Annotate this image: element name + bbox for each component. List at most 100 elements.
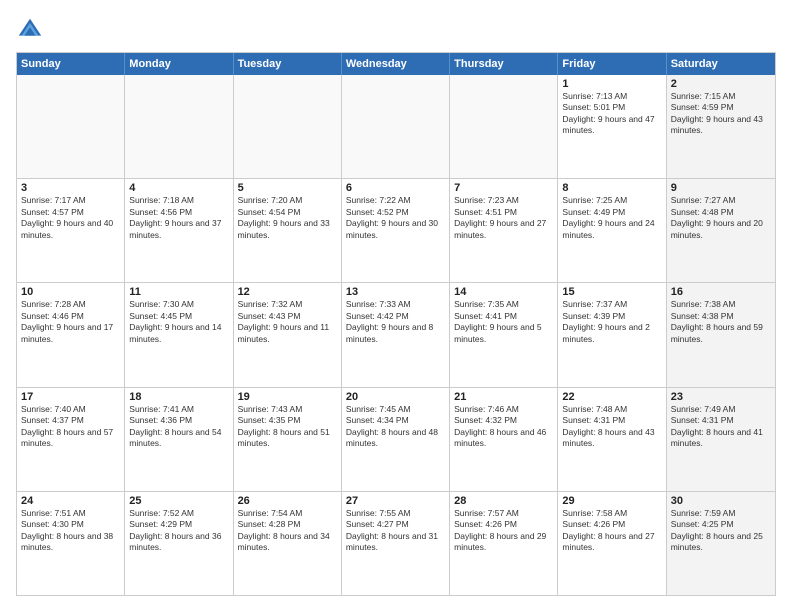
day-number: 10 (21, 286, 120, 298)
day-number: 11 (129, 286, 228, 298)
empty-cell (234, 75, 342, 178)
day-info: Sunrise: 7:41 AM Sunset: 4:36 PM Dayligh… (129, 404, 228, 450)
logo-icon (16, 16, 44, 44)
day-info: Sunrise: 7:18 AM Sunset: 4:56 PM Dayligh… (129, 195, 228, 241)
day-number: 17 (21, 391, 120, 403)
day-cell-12: 12Sunrise: 7:32 AM Sunset: 4:43 PM Dayli… (234, 283, 342, 386)
day-info: Sunrise: 7:25 AM Sunset: 4:49 PM Dayligh… (562, 195, 661, 241)
header-day-wednesday: Wednesday (342, 53, 450, 75)
day-info: Sunrise: 7:57 AM Sunset: 4:26 PM Dayligh… (454, 508, 553, 554)
day-info: Sunrise: 7:45 AM Sunset: 4:34 PM Dayligh… (346, 404, 445, 450)
day-number: 22 (562, 391, 661, 403)
day-cell-18: 18Sunrise: 7:41 AM Sunset: 4:36 PM Dayli… (125, 388, 233, 491)
calendar-row-4: 24Sunrise: 7:51 AM Sunset: 4:30 PM Dayli… (17, 491, 775, 595)
day-info: Sunrise: 7:38 AM Sunset: 4:38 PM Dayligh… (671, 299, 771, 345)
day-cell-23: 23Sunrise: 7:49 AM Sunset: 4:31 PM Dayli… (667, 388, 775, 491)
day-cell-14: 14Sunrise: 7:35 AM Sunset: 4:41 PM Dayli… (450, 283, 558, 386)
page: SundayMondayTuesdayWednesdayThursdayFrid… (0, 0, 792, 612)
day-info: Sunrise: 7:43 AM Sunset: 4:35 PM Dayligh… (238, 404, 337, 450)
day-number: 20 (346, 391, 445, 403)
day-info: Sunrise: 7:28 AM Sunset: 4:46 PM Dayligh… (21, 299, 120, 345)
day-info: Sunrise: 7:27 AM Sunset: 4:48 PM Dayligh… (671, 195, 771, 241)
day-info: Sunrise: 7:52 AM Sunset: 4:29 PM Dayligh… (129, 508, 228, 554)
day-cell-19: 19Sunrise: 7:43 AM Sunset: 4:35 PM Dayli… (234, 388, 342, 491)
day-number: 14 (454, 286, 553, 298)
day-number: 26 (238, 495, 337, 507)
day-info: Sunrise: 7:22 AM Sunset: 4:52 PM Dayligh… (346, 195, 445, 241)
day-info: Sunrise: 7:59 AM Sunset: 4:25 PM Dayligh… (671, 508, 771, 554)
day-number: 29 (562, 495, 661, 507)
day-number: 27 (346, 495, 445, 507)
day-number: 30 (671, 495, 771, 507)
empty-cell (17, 75, 125, 178)
day-number: 3 (21, 182, 120, 194)
header-day-saturday: Saturday (667, 53, 775, 75)
day-number: 1 (562, 78, 661, 90)
day-cell-15: 15Sunrise: 7:37 AM Sunset: 4:39 PM Dayli… (558, 283, 666, 386)
day-cell-29: 29Sunrise: 7:58 AM Sunset: 4:26 PM Dayli… (558, 492, 666, 595)
day-cell-25: 25Sunrise: 7:52 AM Sunset: 4:29 PM Dayli… (125, 492, 233, 595)
day-info: Sunrise: 7:48 AM Sunset: 4:31 PM Dayligh… (562, 404, 661, 450)
header-day-friday: Friday (558, 53, 666, 75)
calendar-row-2: 10Sunrise: 7:28 AM Sunset: 4:46 PM Dayli… (17, 282, 775, 386)
day-cell-16: 16Sunrise: 7:38 AM Sunset: 4:38 PM Dayli… (667, 283, 775, 386)
day-number: 8 (562, 182, 661, 194)
day-cell-4: 4Sunrise: 7:18 AM Sunset: 4:56 PM Daylig… (125, 179, 233, 282)
day-info: Sunrise: 7:32 AM Sunset: 4:43 PM Dayligh… (238, 299, 337, 345)
day-number: 5 (238, 182, 337, 194)
day-cell-20: 20Sunrise: 7:45 AM Sunset: 4:34 PM Dayli… (342, 388, 450, 491)
day-number: 7 (454, 182, 553, 194)
day-info: Sunrise: 7:23 AM Sunset: 4:51 PM Dayligh… (454, 195, 553, 241)
day-info: Sunrise: 7:51 AM Sunset: 4:30 PM Dayligh… (21, 508, 120, 554)
day-cell-21: 21Sunrise: 7:46 AM Sunset: 4:32 PM Dayli… (450, 388, 558, 491)
day-cell-30: 30Sunrise: 7:59 AM Sunset: 4:25 PM Dayli… (667, 492, 775, 595)
calendar-header: SundayMondayTuesdayWednesdayThursdayFrid… (17, 53, 775, 75)
day-info: Sunrise: 7:55 AM Sunset: 4:27 PM Dayligh… (346, 508, 445, 554)
day-info: Sunrise: 7:37 AM Sunset: 4:39 PM Dayligh… (562, 299, 661, 345)
day-info: Sunrise: 7:54 AM Sunset: 4:28 PM Dayligh… (238, 508, 337, 554)
calendar-row-0: 1Sunrise: 7:13 AM Sunset: 5:01 PM Daylig… (17, 75, 775, 178)
header-day-sunday: Sunday (17, 53, 125, 75)
day-number: 19 (238, 391, 337, 403)
header-day-tuesday: Tuesday (234, 53, 342, 75)
day-number: 4 (129, 182, 228, 194)
day-info: Sunrise: 7:49 AM Sunset: 4:31 PM Dayligh… (671, 404, 771, 450)
day-cell-24: 24Sunrise: 7:51 AM Sunset: 4:30 PM Dayli… (17, 492, 125, 595)
day-cell-2: 2Sunrise: 7:15 AM Sunset: 4:59 PM Daylig… (667, 75, 775, 178)
day-cell-10: 10Sunrise: 7:28 AM Sunset: 4:46 PM Dayli… (17, 283, 125, 386)
day-cell-9: 9Sunrise: 7:27 AM Sunset: 4:48 PM Daylig… (667, 179, 775, 282)
empty-cell (450, 75, 558, 178)
day-cell-7: 7Sunrise: 7:23 AM Sunset: 4:51 PM Daylig… (450, 179, 558, 282)
day-number: 23 (671, 391, 771, 403)
day-cell-17: 17Sunrise: 7:40 AM Sunset: 4:37 PM Dayli… (17, 388, 125, 491)
calendar-body: 1Sunrise: 7:13 AM Sunset: 5:01 PM Daylig… (17, 75, 775, 595)
day-number: 16 (671, 286, 771, 298)
day-number: 13 (346, 286, 445, 298)
day-cell-6: 6Sunrise: 7:22 AM Sunset: 4:52 PM Daylig… (342, 179, 450, 282)
day-info: Sunrise: 7:30 AM Sunset: 4:45 PM Dayligh… (129, 299, 228, 345)
day-info: Sunrise: 7:15 AM Sunset: 4:59 PM Dayligh… (671, 91, 771, 137)
day-number: 6 (346, 182, 445, 194)
day-number: 2 (671, 78, 771, 90)
day-info: Sunrise: 7:13 AM Sunset: 5:01 PM Dayligh… (562, 91, 661, 137)
day-cell-11: 11Sunrise: 7:30 AM Sunset: 4:45 PM Dayli… (125, 283, 233, 386)
calendar-row-3: 17Sunrise: 7:40 AM Sunset: 4:37 PM Dayli… (17, 387, 775, 491)
day-number: 15 (562, 286, 661, 298)
day-info: Sunrise: 7:58 AM Sunset: 4:26 PM Dayligh… (562, 508, 661, 554)
header (16, 16, 776, 44)
calendar-row-1: 3Sunrise: 7:17 AM Sunset: 4:57 PM Daylig… (17, 178, 775, 282)
day-info: Sunrise: 7:20 AM Sunset: 4:54 PM Dayligh… (238, 195, 337, 241)
day-cell-5: 5Sunrise: 7:20 AM Sunset: 4:54 PM Daylig… (234, 179, 342, 282)
day-cell-27: 27Sunrise: 7:55 AM Sunset: 4:27 PM Dayli… (342, 492, 450, 595)
day-info: Sunrise: 7:17 AM Sunset: 4:57 PM Dayligh… (21, 195, 120, 241)
day-cell-28: 28Sunrise: 7:57 AM Sunset: 4:26 PM Dayli… (450, 492, 558, 595)
day-cell-26: 26Sunrise: 7:54 AM Sunset: 4:28 PM Dayli… (234, 492, 342, 595)
day-number: 24 (21, 495, 120, 507)
day-number: 28 (454, 495, 553, 507)
logo (16, 16, 48, 44)
day-number: 12 (238, 286, 337, 298)
day-cell-3: 3Sunrise: 7:17 AM Sunset: 4:57 PM Daylig… (17, 179, 125, 282)
day-info: Sunrise: 7:40 AM Sunset: 4:37 PM Dayligh… (21, 404, 120, 450)
day-number: 9 (671, 182, 771, 194)
header-day-monday: Monday (125, 53, 233, 75)
